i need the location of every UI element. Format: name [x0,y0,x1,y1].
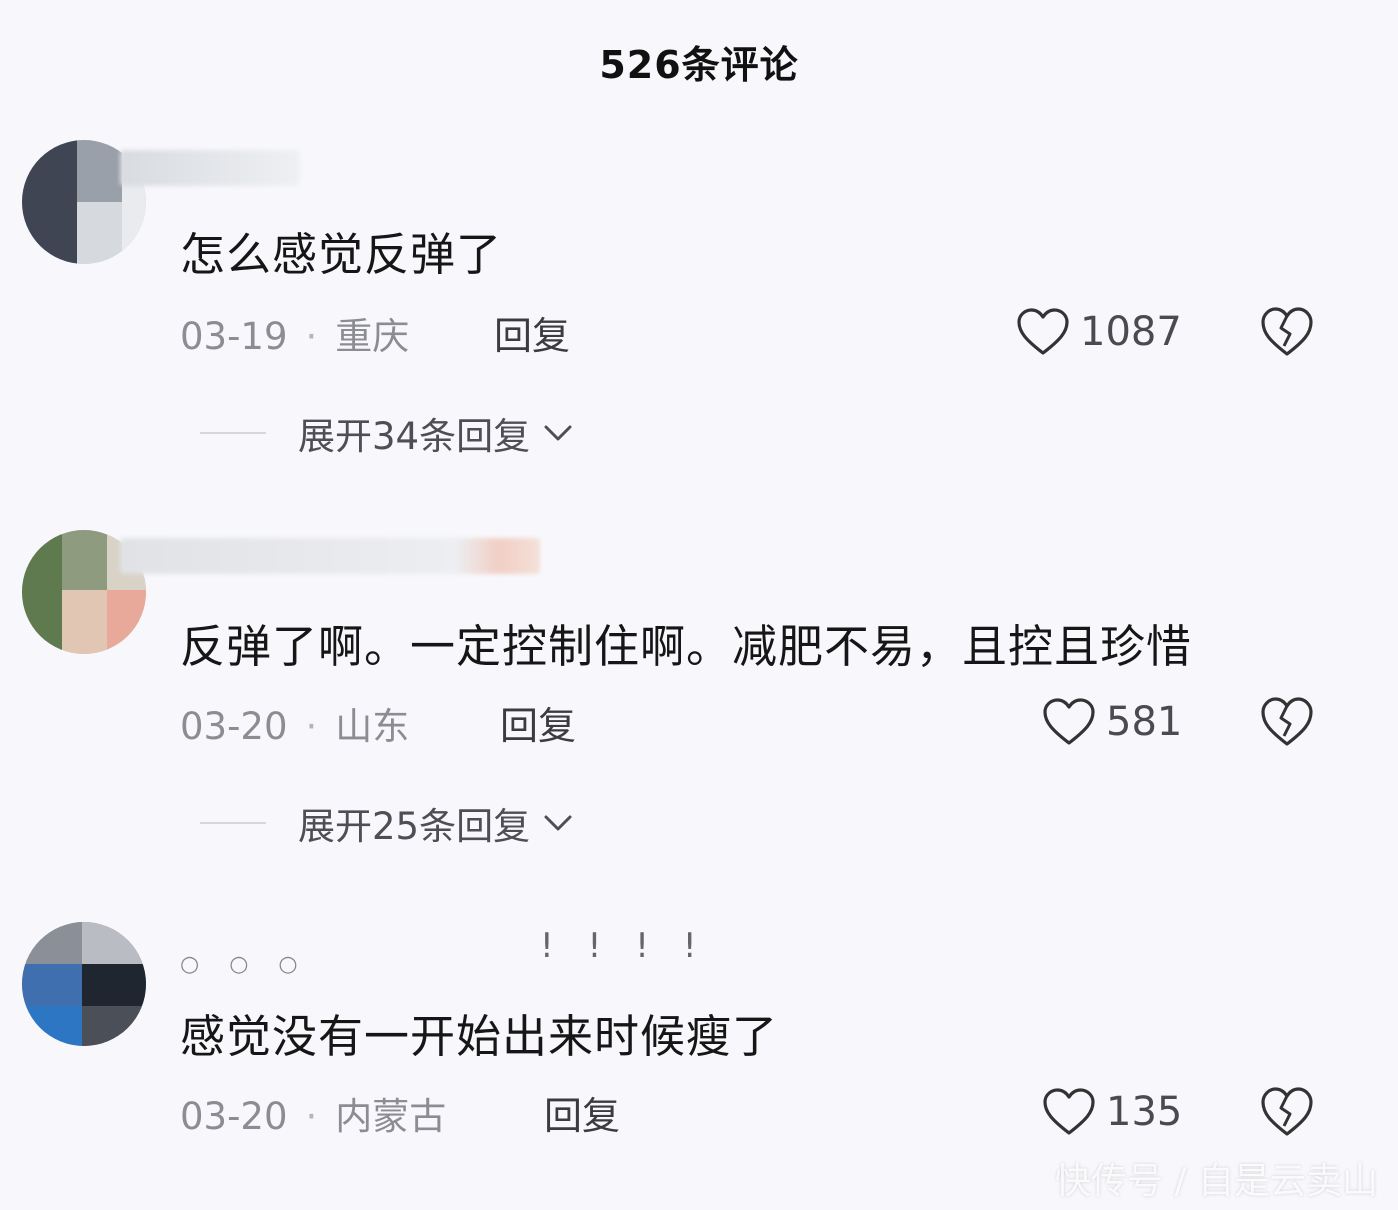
like-button[interactable]: 1087 [1016,304,1182,360]
reply-button[interactable]: 回复 [494,305,570,360]
meta-separator: · [305,1095,318,1138]
comment-date: 03-20 [180,1095,288,1138]
like-button[interactable]: 581 [1042,694,1182,750]
comment-meta: 03-19 · 重庆 [180,306,409,360]
meta-separator: · [305,315,318,358]
meta-separator: · [305,705,318,748]
like-count: 1087 [1080,309,1182,355]
username-redacted[interactable] [120,150,300,186]
reply-button[interactable]: 回复 [544,1085,620,1140]
like-button[interactable]: 135 [1042,1084,1182,1140]
comment-date: 03-19 [180,315,288,358]
comment-meta: 03-20 · 山东 [180,696,409,750]
comment-text: 感觉没有一开始出来时候瘦了 [180,1010,779,1063]
broken-heart-icon[interactable] [1260,306,1314,358]
comment-location: 重庆 [335,315,410,358]
heart-outline-icon [1043,1088,1095,1135]
comment-location: 内蒙古 [335,1095,447,1138]
watermark: 快传号 / 自是云卖山 [1054,1161,1378,1202]
broken-heart-icon[interactable] [1260,696,1314,748]
broken-heart-icon[interactable] [1260,1086,1314,1138]
like-count: 581 [1106,699,1183,745]
comment-location: 山东 [335,705,410,748]
comment-item-1: 怎么感觉反弹了 03-19 · 重庆 回复 1087 展开34条回复 [0,0,1398,458]
comment-text: 反弹了啊。一定控制住啊。减肥不易，且控且珍惜 [180,620,1193,673]
username-redacted[interactable]: ○○○ [180,952,328,977]
username-redacted[interactable] [120,538,540,574]
heart-outline-icon [1017,308,1069,355]
reply-button[interactable]: 回复 [500,695,576,750]
like-count: 135 [1106,1089,1183,1135]
comment-text: 怎么感觉反弹了 [180,228,503,281]
comment-meta: 03-20 · 内蒙古 [180,1086,446,1140]
heart-outline-icon [1043,698,1095,745]
comment-item-2: 反弹了啊。一定控制住啊。减肥不易，且控且珍惜 03-20 · 山东 回复 581 展… [0,390,1398,848]
avatar[interactable] [22,922,146,1046]
username-decoration: !!!! [540,926,731,966]
comment-item-3: ○○○ !!!! 感觉没有一开始出来时候瘦了 03-20 · 内蒙古 回复 135 [0,780,1398,1160]
comment-date: 03-20 [180,705,288,748]
